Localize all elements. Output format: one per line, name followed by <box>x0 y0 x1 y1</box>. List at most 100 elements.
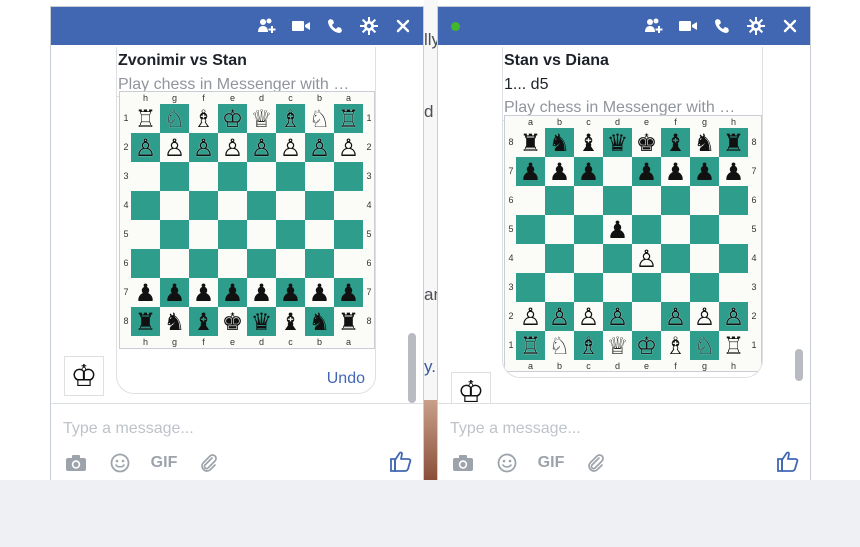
board-square[interactable] <box>690 244 719 273</box>
black-knight-piece[interactable]: ♞ <box>309 310 331 334</box>
square-black-queen[interactable]: ♛ <box>247 307 276 336</box>
square-black-pawn[interactable]: ♟ <box>305 278 334 307</box>
board-square[interactable] <box>189 191 218 220</box>
square-white-king[interactable]: ♔ <box>218 104 247 133</box>
message-input[interactable]: Type a message... <box>63 420 194 438</box>
close-icon[interactable] <box>393 16 413 36</box>
white-bishop-piece[interactable]: ♗ <box>280 107 302 131</box>
board-square[interactable] <box>632 215 661 244</box>
attachment-icon[interactable] <box>195 452 221 474</box>
square-white-pawn[interactable]: ♙ <box>131 133 160 162</box>
square-black-pawn[interactable]: ♟ <box>574 157 603 186</box>
board-square[interactable] <box>545 215 574 244</box>
black-knight-piece[interactable]: ♞ <box>164 310 186 334</box>
black-bishop-piece[interactable]: ♝ <box>280 310 302 334</box>
camera-icon[interactable] <box>63 452 89 474</box>
white-rook-piece[interactable]: ♖ <box>520 334 542 358</box>
white-bishop-piece[interactable]: ♗ <box>578 334 600 358</box>
square-white-knight[interactable]: ♘ <box>545 331 574 360</box>
square-white-rook[interactable]: ♖ <box>131 104 160 133</box>
white-knight-piece[interactable]: ♘ <box>694 334 716 358</box>
chess-board[interactable]: ♖ ♘ ♗ ♔ ♕ ♗ ♘ ♖ ♙ ♙ ♙ ♙ ♙ ♙ ♙ ♙ ♟ ♟ ♟ ♟ ♟ ♟ ♟ ♟ ♜ ♞ ♝ ♚ ♛ ♝ ♞ ♜ h h g g f f e e… <box>119 91 375 349</box>
add-people-icon[interactable] <box>257 16 277 36</box>
board-square[interactable] <box>160 220 189 249</box>
board-square[interactable] <box>516 186 545 215</box>
square-white-pawn[interactable]: ♙ <box>690 302 719 331</box>
black-pawn-piece[interactable]: ♟ <box>636 160 658 184</box>
white-queen-piece[interactable]: ♕ <box>607 334 629 358</box>
board-square[interactable] <box>218 220 247 249</box>
black-rook-piece[interactable]: ♜ <box>135 310 157 334</box>
white-pawn-piece[interactable]: ♙ <box>251 136 273 160</box>
board-square[interactable] <box>334 220 363 249</box>
thumbs-up-icon[interactable] <box>776 451 800 476</box>
board-square[interactable] <box>305 249 334 278</box>
board-square[interactable] <box>131 220 160 249</box>
sticker-icon[interactable] <box>494 452 520 474</box>
message-input[interactable]: Type a message... <box>450 420 581 438</box>
board-square[interactable] <box>545 186 574 215</box>
board-square[interactable] <box>247 191 276 220</box>
board-square[interactable] <box>305 162 334 191</box>
black-bishop-piece[interactable]: ♝ <box>578 131 600 155</box>
board-square[interactable] <box>334 191 363 220</box>
background-link-fragment[interactable]: y. <box>424 357 438 377</box>
board-square[interactable] <box>603 244 632 273</box>
square-white-rook[interactable]: ♖ <box>719 331 748 360</box>
square-white-pawn[interactable]: ♙ <box>516 302 545 331</box>
board-square[interactable] <box>545 244 574 273</box>
black-pawn-piece[interactable]: ♟ <box>520 160 542 184</box>
chat-header[interactable] <box>438 7 810 45</box>
black-bishop-piece[interactable]: ♝ <box>665 131 687 155</box>
board-square[interactable] <box>247 220 276 249</box>
square-white-queen[interactable]: ♕ <box>603 331 632 360</box>
board-square[interactable] <box>131 249 160 278</box>
white-rook-piece[interactable]: ♖ <box>723 334 745 358</box>
black-king-piece[interactable]: ♚ <box>636 131 658 155</box>
black-pawn-piece[interactable]: ♟ <box>723 160 745 184</box>
board-square[interactable] <box>305 220 334 249</box>
white-pawn-piece[interactable]: ♙ <box>578 305 600 329</box>
gif-button[interactable]: GIF <box>538 452 565 474</box>
white-knight-piece[interactable]: ♘ <box>309 107 331 131</box>
square-white-pawn[interactable]: ♙ <box>719 302 748 331</box>
black-pawn-piece[interactable]: ♟ <box>665 160 687 184</box>
board-square[interactable] <box>632 302 661 331</box>
white-pawn-piece[interactable]: ♙ <box>520 305 542 329</box>
white-pawn-piece[interactable]: ♙ <box>694 305 716 329</box>
square-black-knight[interactable]: ♞ <box>160 307 189 336</box>
black-pawn-piece[interactable]: ♟ <box>222 281 244 305</box>
black-bishop-piece[interactable]: ♝ <box>193 310 215 334</box>
square-white-bishop[interactable]: ♗ <box>276 104 305 133</box>
black-queen-piece[interactable]: ♛ <box>251 310 273 334</box>
board-square[interactable] <box>218 249 247 278</box>
black-knight-piece[interactable]: ♞ <box>549 131 571 155</box>
board-square[interactable] <box>516 244 545 273</box>
board-square[interactable] <box>719 215 748 244</box>
board-square[interactable] <box>719 244 748 273</box>
board-square[interactable] <box>247 162 276 191</box>
camera-icon[interactable] <box>450 452 476 474</box>
square-black-pawn[interactable]: ♟ <box>189 278 218 307</box>
black-rook-piece[interactable]: ♜ <box>338 310 360 334</box>
board-square[interactable] <box>690 215 719 244</box>
gif-button[interactable]: GIF <box>151 452 178 474</box>
square-black-queen[interactable]: ♛ <box>603 128 632 157</box>
square-white-pawn[interactable]: ♙ <box>574 302 603 331</box>
board-square[interactable] <box>719 273 748 302</box>
board-square[interactable] <box>574 273 603 302</box>
close-icon[interactable] <box>780 16 800 36</box>
white-pawn-piece[interactable]: ♙ <box>723 305 745 329</box>
board-square[interactable] <box>661 244 690 273</box>
square-white-knight[interactable]: ♘ <box>690 331 719 360</box>
square-black-pawn[interactable]: ♟ <box>603 215 632 244</box>
square-white-pawn[interactable]: ♙ <box>218 133 247 162</box>
black-king-piece[interactable]: ♚ <box>222 310 244 334</box>
square-black-king[interactable]: ♚ <box>218 307 247 336</box>
square-black-bishop[interactable]: ♝ <box>189 307 218 336</box>
phone-icon[interactable] <box>325 16 345 36</box>
square-black-rook[interactable]: ♜ <box>516 128 545 157</box>
square-white-pawn[interactable]: ♙ <box>160 133 189 162</box>
board-square[interactable] <box>189 220 218 249</box>
black-pawn-piece[interactable]: ♟ <box>694 160 716 184</box>
